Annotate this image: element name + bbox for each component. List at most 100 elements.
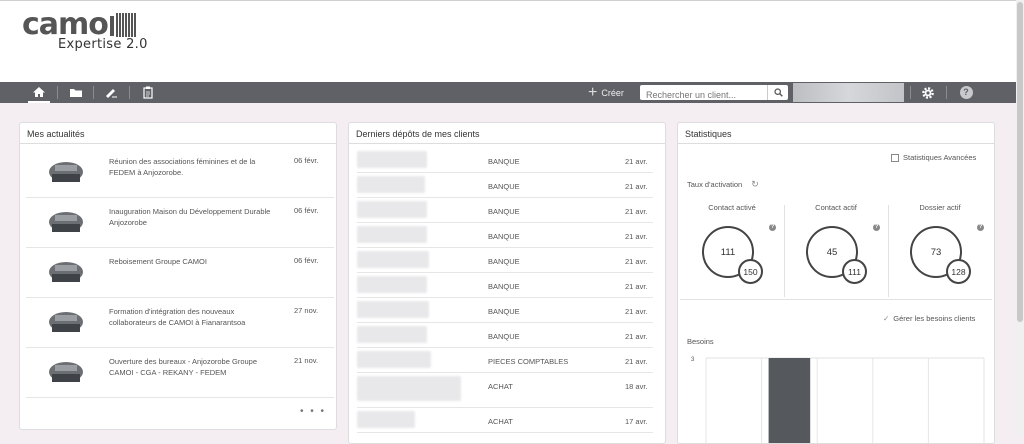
client-name-redacted bbox=[357, 151, 427, 168]
check-icon: ✓ bbox=[883, 314, 890, 323]
news-panel-title: Mes actualités bbox=[20, 123, 336, 144]
news-panel: Mes actualités Réunion des associations … bbox=[19, 122, 337, 430]
client-name-redacted bbox=[357, 411, 415, 428]
deposit-row[interactable]: BANQUE 21 avr. bbox=[357, 198, 653, 223]
client-name-redacted bbox=[357, 226, 427, 243]
page-scrollbar[interactable] bbox=[1016, 0, 1024, 436]
stat-column: Contact actif 45 111? bbox=[784, 201, 888, 295]
stat-label: Contact actif bbox=[815, 203, 857, 212]
deposit-type: BANQUE bbox=[488, 207, 520, 216]
deposit-date: 21 avr. bbox=[625, 182, 648, 191]
news-thumbnail[interactable] bbox=[46, 158, 86, 188]
nav-divider bbox=[129, 86, 130, 99]
deposit-date: 21 avr. bbox=[625, 332, 648, 341]
logo-subtitle: Expertise 2.0 bbox=[58, 37, 148, 52]
news-title[interactable]: Formation d'intégration des nouveaux col… bbox=[109, 306, 279, 328]
scrollbar-thumb[interactable] bbox=[1017, 2, 1023, 322]
news-title[interactable]: Inauguration Maison du Développement Dur… bbox=[109, 206, 279, 228]
stat-column: Contact activé 111 150? bbox=[680, 201, 784, 295]
deposit-row[interactable]: BANQUE 21 avr. bbox=[357, 323, 653, 348]
stats-panel: Statistiques Statistiques Avancées Taux … bbox=[677, 122, 995, 444]
client-search-input[interactable] bbox=[640, 87, 770, 103]
deposit-type: BANQUE bbox=[488, 282, 520, 291]
deposit-row[interactable]: BANQUE 21 avr. bbox=[357, 148, 653, 173]
deposit-date: 21 avr. bbox=[625, 357, 648, 366]
help-icon[interactable]: ? bbox=[977, 224, 984, 231]
news-item[interactable]: Réunion des associations féminines et de… bbox=[26, 148, 334, 198]
advanced-stats-link[interactable]: Statistiques Avancées bbox=[891, 153, 976, 162]
camoi-logo[interactable]: camo Expertise 2.0 bbox=[22, 9, 148, 53]
deposit-date: 21 avr. bbox=[625, 257, 648, 266]
news-thumbnail[interactable] bbox=[46, 358, 86, 388]
news-date: 06 févr. bbox=[294, 206, 319, 215]
news-thumbnail[interactable] bbox=[46, 308, 86, 338]
gear-icon[interactable] bbox=[918, 82, 938, 103]
clipboard-icon[interactable] bbox=[138, 82, 158, 103]
home-icon[interactable] bbox=[28, 82, 50, 103]
news-title[interactable]: Reboisement Groupe CAMOI bbox=[109, 256, 279, 267]
stats-divider bbox=[680, 299, 992, 300]
create-label: Créer bbox=[601, 87, 624, 98]
more-news-button[interactable]: • • • bbox=[300, 406, 326, 417]
deposit-type: BANQUE bbox=[488, 332, 520, 341]
stat-total-circle: 111 bbox=[842, 259, 867, 284]
client-name-redacted bbox=[357, 326, 427, 343]
help-icon[interactable]: ? bbox=[873, 224, 880, 231]
news-thumbnail[interactable] bbox=[46, 258, 86, 288]
deposit-type: BANQUE bbox=[488, 157, 520, 166]
help-icon[interactable]: ? bbox=[769, 224, 776, 231]
search-icon bbox=[773, 88, 783, 97]
news-item[interactable]: Ouverture des bureaux - Anjozorobe Group… bbox=[26, 348, 334, 398]
stat-label: Dossier actif bbox=[919, 203, 961, 212]
nav-divider bbox=[93, 86, 94, 99]
news-item[interactable]: Formation d'intégration des nouveaux col… bbox=[26, 298, 334, 348]
news-item[interactable]: Reboisement Groupe CAMOI 06 févr. bbox=[26, 248, 334, 298]
news-date: 27 nov. bbox=[294, 306, 319, 315]
client-name-redacted bbox=[357, 351, 431, 368]
deposit-row[interactable]: ACHAT 17 avr. bbox=[357, 408, 653, 433]
client-name-redacted bbox=[357, 301, 429, 318]
nav-divider bbox=[946, 86, 947, 99]
deposit-type: PIECES COMPTABLES bbox=[488, 357, 569, 366]
news-title[interactable]: Réunion des associations féminines et de… bbox=[109, 156, 279, 178]
deposit-type: BANQUE bbox=[488, 257, 520, 266]
deposits-panel-title: Derniers dépôts de mes clients bbox=[349, 123, 665, 144]
help-icon[interactable]: ? bbox=[956, 82, 976, 103]
news-item[interactable]: Inauguration Maison du Développement Dur… bbox=[26, 198, 334, 248]
deposit-type: ACHAT bbox=[488, 382, 513, 391]
deposit-row[interactable]: BANQUE 21 avr. bbox=[357, 273, 653, 298]
stat-label: Contact activé bbox=[708, 203, 756, 212]
deposit-type: ACHAT bbox=[488, 417, 513, 426]
client-name-redacted bbox=[357, 251, 429, 268]
client-name-redacted bbox=[357, 201, 427, 218]
refresh-icon[interactable]: ↻ bbox=[751, 179, 759, 190]
besoins-bar bbox=[768, 358, 811, 443]
folder-icon[interactable] bbox=[66, 82, 86, 103]
deposits-panel: Derniers dépôts de mes clients BANQUE 21 … bbox=[348, 122, 666, 444]
stats-panel-title: Statistiques bbox=[678, 123, 994, 144]
deposit-row[interactable]: BANQUE 21 avr. bbox=[357, 248, 653, 273]
logo-barcode-icon bbox=[115, 13, 137, 37]
manage-needs-link[interactable]: ✓ Gérer les besoins clients bbox=[883, 314, 975, 323]
stat-total-circle: 128 bbox=[946, 259, 971, 284]
search-button[interactable] bbox=[767, 85, 788, 100]
deposit-row[interactable]: BANQUE 21 avr. bbox=[357, 173, 653, 198]
news-date: 06 févr. bbox=[294, 156, 319, 165]
deposit-row[interactable]: BANQUE 21 avr. bbox=[357, 298, 653, 323]
activation-rate-text: Taux d'activation bbox=[687, 180, 743, 189]
news-title[interactable]: Ouverture des bureaux - Anjozorobe Group… bbox=[109, 356, 279, 378]
deposit-date: 18 avr. bbox=[625, 382, 648, 391]
deposit-row[interactable]: BANQUE 21 avr. bbox=[357, 223, 653, 248]
client-name-redacted bbox=[357, 376, 461, 401]
create-button[interactable]: + Créer bbox=[588, 82, 624, 103]
news-date: 21 nov. bbox=[294, 356, 319, 365]
user-menu[interactable] bbox=[793, 83, 904, 102]
deposit-row[interactable]: PIECES COMPTABLES 21 avr. bbox=[357, 348, 653, 373]
deposit-row[interactable]: ACHAT 18 avr. bbox=[357, 373, 653, 408]
deposit-date: 21 avr. bbox=[625, 282, 648, 291]
main-navbar: + Créer ? bbox=[0, 82, 1016, 103]
edit-icon[interactable] bbox=[101, 82, 121, 103]
news-date: 06 févr. bbox=[294, 256, 319, 265]
activation-rate-label: Taux d'activation ↻ bbox=[687, 179, 759, 190]
news-thumbnail[interactable] bbox=[46, 208, 86, 238]
